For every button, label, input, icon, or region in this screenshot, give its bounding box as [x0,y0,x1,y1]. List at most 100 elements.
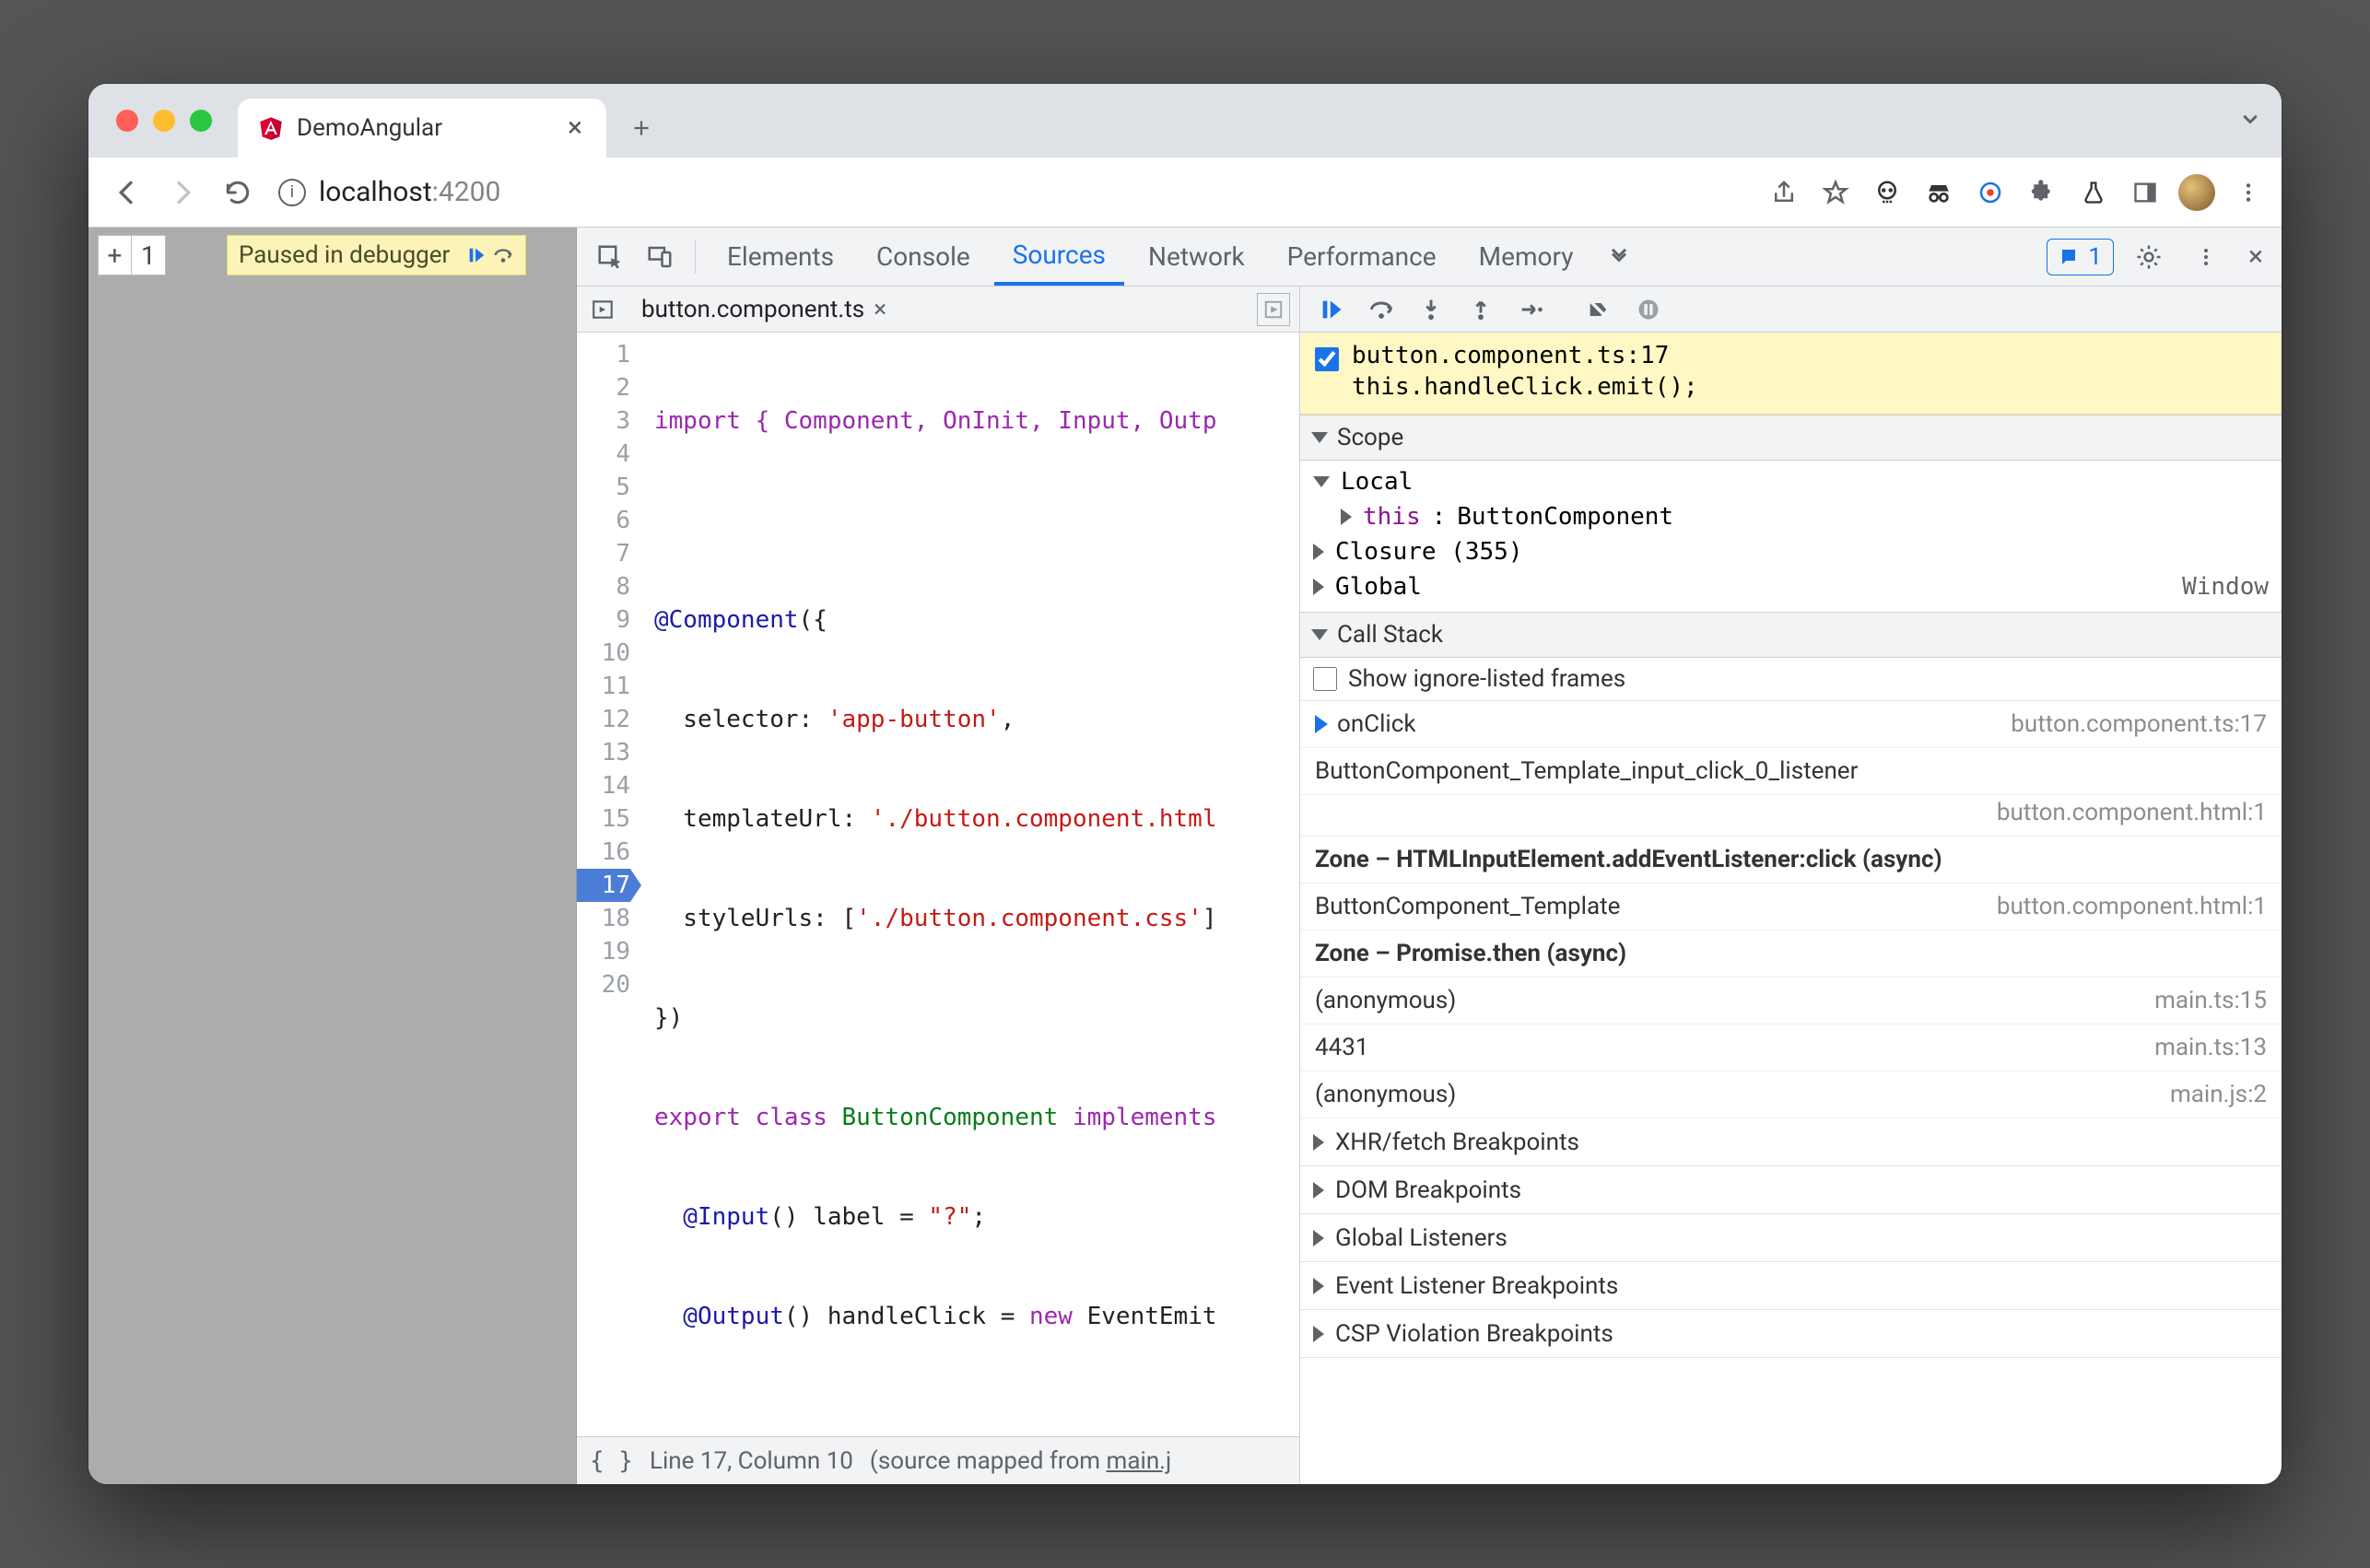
show-ignore-checkbox[interactable] [1313,667,1337,691]
devtools-close-button[interactable]: × [2241,240,2270,273]
source-map-link[interactable]: main.j [1107,1447,1172,1475]
address-bar[interactable]: i localhost:4200 [269,176,1758,208]
page-viewport: + 1 Paused in debugger [88,228,577,1484]
breakpoint-enabled-checkbox[interactable] [1315,347,1339,371]
device-toolbar-icon[interactable] [638,235,682,279]
settings-gear-icon[interactable] [2127,235,2171,279]
line-gutter[interactable]: 1234567891011121314151617181920 [577,333,643,1436]
inspect-element-icon[interactable] [588,235,632,279]
page-debug-chip[interactable]: + 1 [98,235,166,275]
collapsed-section[interactable]: Event Listener Breakpoints [1300,1262,2282,1310]
collapsed-section[interactable]: Global Listeners [1300,1214,2282,1262]
debugger-toolbar [1300,287,2282,333]
paused-overlay: Paused in debugger [227,235,526,275]
scope-local[interactable]: Local [1300,464,2282,499]
file-tab-button-component[interactable]: button.component.ts × [632,287,896,332]
step-out-button[interactable] [1459,289,1503,330]
browser-window: DemoAngular × i localhost:4200 [88,84,2282,1484]
issues-badge[interactable]: 1 [2047,239,2114,275]
source-status-bar: { } Line 17, Column 10 (source mapped fr… [577,1436,1299,1484]
navigator-toggle-icon[interactable] [586,293,619,326]
overlay-resume-icon[interactable] [466,245,487,265]
bookmark-star-icon[interactable] [1817,174,1854,211]
extension-incognito-icon[interactable] [1920,174,1957,211]
deactivate-breakpoints-button[interactable] [1577,289,1621,330]
sources-editor-pane: button.component.ts × 123456789101112131… [577,287,1300,1484]
url-host: localhost [319,176,432,208]
step-over-button[interactable] [1359,289,1403,330]
chevron-right-icon [1341,509,1352,525]
scope-body: Local this: ButtonComponent Closure (355… [1300,461,2282,612]
file-tab-label: button.component.ts [641,296,864,323]
paused-label: Paused in debugger [239,241,450,269]
tab-performance[interactable]: Performance [1269,228,1455,286]
minimize-window-button[interactable] [153,110,175,132]
tab-elements[interactable]: Elements [709,228,852,286]
devtools-menu-icon[interactable] [2184,235,2228,279]
new-tab-button[interactable] [619,106,663,150]
collapsed-section[interactable]: XHR/fetch Breakpoints [1300,1118,2282,1166]
angular-favicon-icon [258,115,284,141]
collapsed-section[interactable]: CSP Violation Breakpoints [1300,1310,2282,1358]
step-into-button[interactable] [1409,289,1453,330]
issues-count: 1 [2088,243,2102,271]
callstack-frame[interactable]: (anonymous)main.ts:15 [1300,977,2282,1024]
tab-strip: DemoAngular × [88,84,2282,158]
close-file-tab-icon[interactable]: × [874,296,886,323]
overlay-step-icon[interactable] [492,245,514,265]
pretty-print-icon[interactable]: { } [590,1447,633,1475]
close-window-button[interactable] [116,110,138,132]
reload-button[interactable] [214,169,262,216]
toolbar-actions [1766,174,2267,211]
extension-flask-icon[interactable] [2075,174,2112,211]
devtools-panel: Elements Console Sources Network Perform… [577,228,2282,1484]
breakpoint-location: button.component.ts:17 [1352,342,1698,369]
callstack-async-boundary: Zone – Promise.then (async) [1300,930,2282,977]
tab-sources[interactable]: Sources [994,228,1124,286]
profile-avatar[interactable] [2178,174,2215,211]
scope-section-header[interactable]: Scope [1300,415,2282,461]
back-button[interactable] [103,169,151,216]
extensions-puzzle-icon[interactable] [2024,174,2060,211]
callstack-frame[interactable]: (anonymous)main.js:2 [1300,1071,2282,1118]
side-panel-icon[interactable] [2127,174,2164,211]
maximize-window-button[interactable] [190,110,212,132]
code-editor[interactable]: 1234567891011121314151617181920 import {… [577,333,1299,1436]
callstack-frame[interactable]: 4431main.ts:13 [1300,1024,2282,1071]
scope-this[interactable]: this: ButtonComponent [1300,499,2282,534]
debugger-pane: button.component.ts:17 this.handleClick.… [1300,287,2282,1484]
tab-network[interactable]: Network [1130,228,1263,286]
chevron-right-icon [1313,544,1324,560]
extension-target-icon[interactable] [1972,174,2009,211]
tab-console[interactable]: Console [858,228,989,286]
chevron-right-icon [1313,579,1324,595]
extension-skull-icon[interactable] [1869,174,1906,211]
share-icon[interactable] [1766,174,1802,211]
callstack-frame[interactable]: ButtonComponent_Template_input_click_0_l… [1300,748,2282,795]
callstack-body: Show ignore-listed frames onClickbutton.… [1300,658,2282,1118]
chevron-down-icon [1311,629,1328,640]
tab-memory[interactable]: Memory [1461,228,1592,286]
step-button[interactable] [1508,289,1553,330]
tabs-overflow-icon[interactable] [1597,235,1641,279]
forward-button[interactable] [158,169,206,216]
callstack-frame[interactable]: ButtonComponent_Templatebutton.component… [1300,883,2282,930]
run-snippet-icon[interactable] [1257,293,1290,326]
code-body[interactable]: import { Component, OnInit, Input, Outp … [643,333,1299,1436]
scope-global[interactable]: GlobalWindow [1300,569,2282,604]
callstack-async-boundary: Zone – HTMLInputElement.addEventListener… [1300,837,2282,883]
show-ignore-listed-option[interactable]: Show ignore-listed frames [1300,658,2282,701]
callstack-frame[interactable]: onClickbutton.component.ts:17 [1300,701,2282,748]
chevron-right-icon [1313,1182,1324,1199]
plus-icon[interactable]: + [99,236,132,275]
pause-on-exceptions-button[interactable] [1626,289,1671,330]
resume-button[interactable] [1309,289,1354,330]
browser-menu-icon[interactable] [2230,174,2267,211]
callstack-section-header[interactable]: Call Stack [1300,612,2282,658]
scope-closure[interactable]: Closure (355) [1300,534,2282,569]
close-tab-button[interactable]: × [564,111,586,146]
tab-overflow-button[interactable] [2237,106,2263,132]
browser-tab[interactable]: DemoAngular × [238,99,606,158]
collapsed-section[interactable]: DOM Breakpoints [1300,1166,2282,1214]
site-info-icon[interactable]: i [278,179,306,206]
